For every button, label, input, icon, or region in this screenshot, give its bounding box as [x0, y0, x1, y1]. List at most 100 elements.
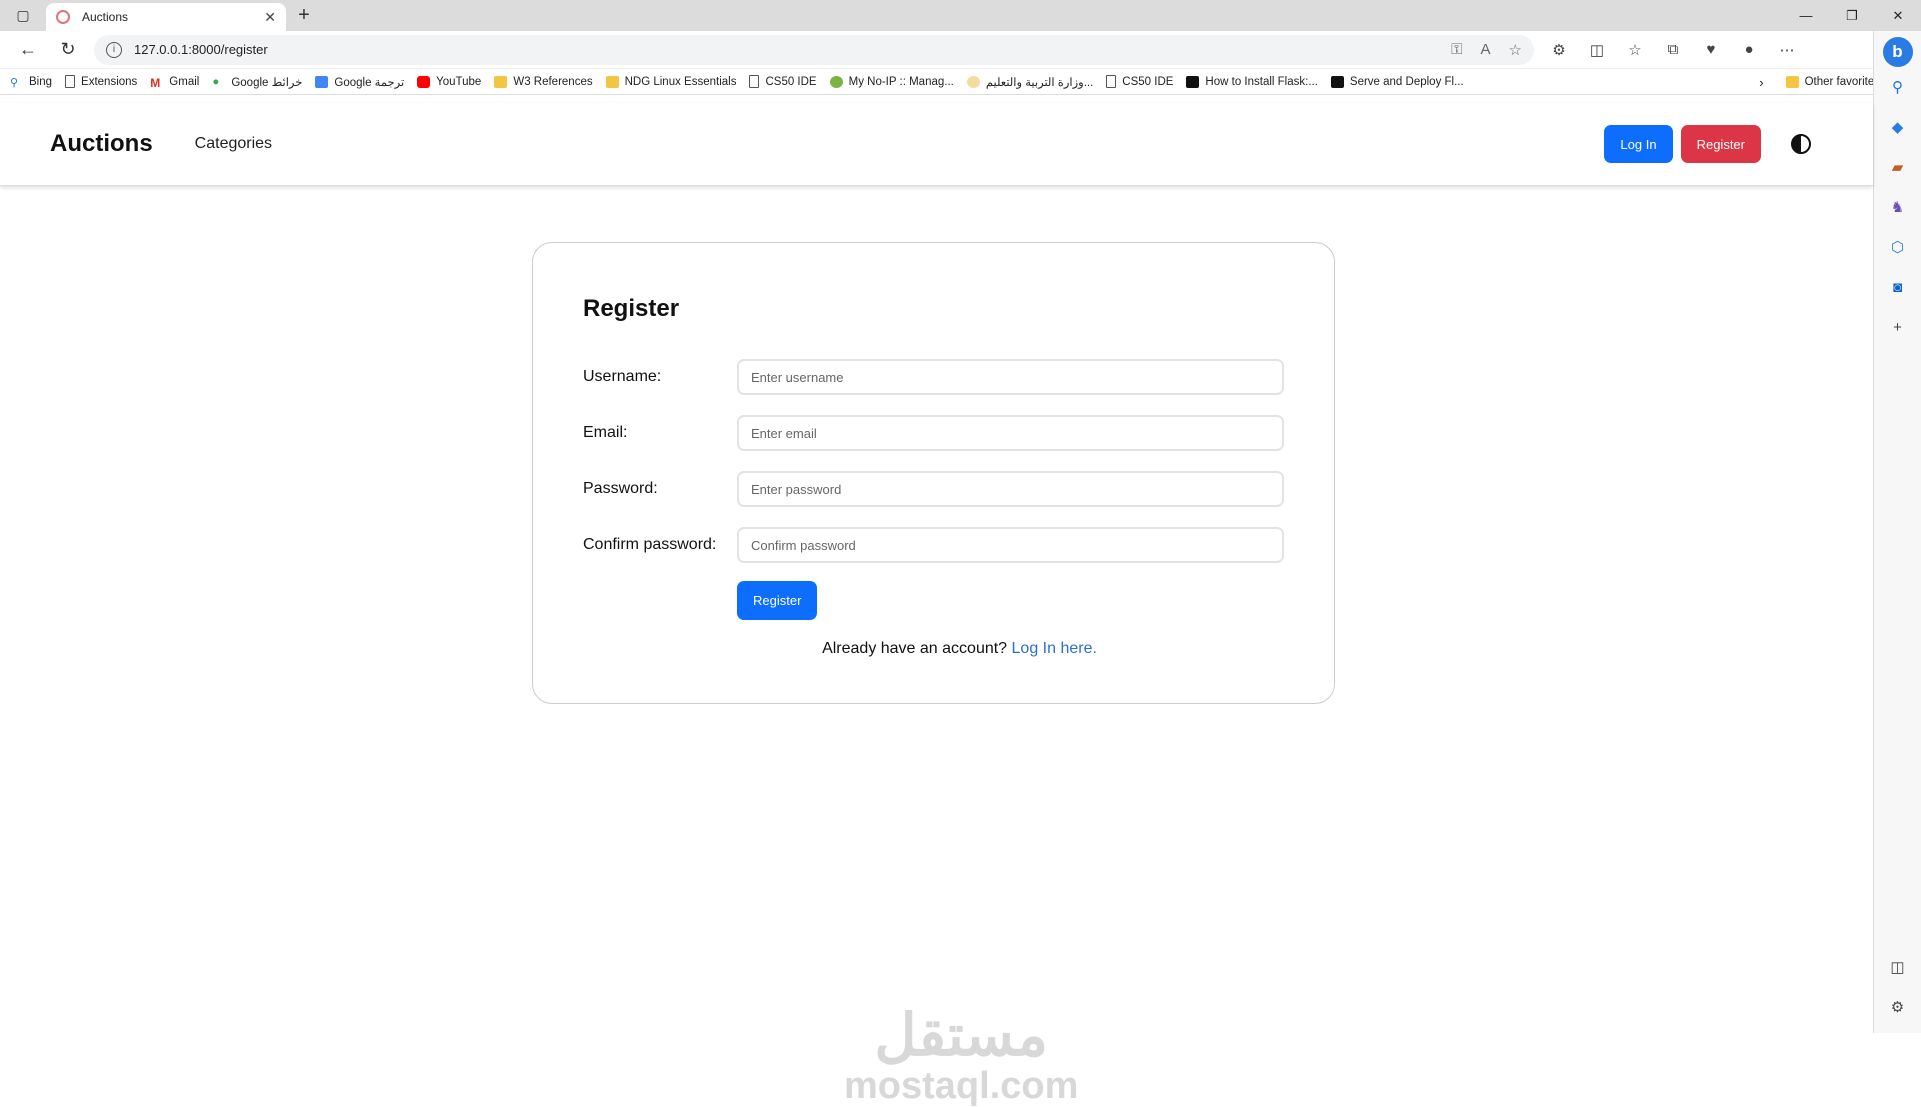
favorite-star-icon[interactable]: ☆ — [1509, 41, 1522, 59]
bookmark-youtube[interactable]: YouTube — [417, 75, 482, 88]
username-input[interactable] — [737, 359, 1284, 395]
register-button[interactable]: Register — [1680, 125, 1761, 163]
password-label: Password: — [583, 480, 658, 497]
office-icon[interactable]: ⬡ — [1883, 232, 1913, 262]
confirm-password-label: Confirm password: — [583, 536, 717, 553]
bookmark-google-maps[interactable]: ● Google خرائط — [212, 75, 302, 89]
bookmarks-bar: ⚲ Bing Extensions M Gmail ● Google خرائط Go… — [0, 69, 1921, 95]
close-tab-icon[interactable]: ✕ — [264, 9, 276, 26]
watermark-arabic: مستقل — [874, 1003, 1048, 1068]
site-info-icon[interactable]: i — [106, 41, 122, 58]
bookmark-gmail[interactable]: M Gmail — [150, 75, 200, 90]
login-prompt: Already have an account? Log In here. — [583, 640, 1284, 658]
bookmark-label: Bing — [29, 75, 53, 88]
bookmark-flask-deploy[interactable]: Serve and Deploy Fl... — [1330, 75, 1464, 88]
nav-categories-link[interactable]: Categories — [195, 135, 272, 153]
bookmark-bing[interactable]: ⚲ Bing — [10, 75, 53, 89]
bookmark-label: Serve and Deploy Fl... — [1349, 75, 1464, 88]
read-aloud-icon[interactable]: A — [1481, 41, 1491, 58]
restore-icon[interactable]: ❐ — [1829, 0, 1875, 31]
bookmark-ministry[interactable]: وزارة التربية والتعليم... — [966, 75, 1093, 89]
bookmark-label: Google ترجمة — [334, 76, 405, 89]
email-row: Email: — [583, 405, 1284, 461]
submit-register-button[interactable]: Register — [737, 581, 818, 620]
bookmark-cs50-1[interactable]: CS50 IDE — [749, 75, 817, 88]
submit-row: Register — [737, 581, 1284, 620]
search-icon[interactable]: ⚲ — [1883, 72, 1913, 102]
browser-tab-bar: ▢ Auctions ✕ + — ❐ ✕ — [0, 0, 1921, 31]
settings-gear-icon[interactable]: ⚙ — [1883, 992, 1913, 1022]
brand-logo[interactable]: Auctions — [50, 130, 153, 158]
bookmark-label: W3 References — [513, 75, 593, 88]
page-icon — [1106, 75, 1117, 88]
register-card: Register Username: Email: Password: Conf… — [532, 242, 1335, 704]
bookmark-label: CS50 IDE — [1122, 75, 1174, 88]
bookmark-label: Google خرائط — [231, 76, 303, 89]
hide-sidebar-icon[interactable]: ◫ — [1883, 952, 1913, 982]
bookmark-w3[interactable]: W3 References — [494, 75, 593, 88]
url-text[interactable]: 127.0.0.1:8000/register — [134, 42, 1433, 57]
bookmark-ndg[interactable]: NDG Linux Essentials — [605, 75, 737, 88]
collections-icon[interactable]: ⧉ — [1654, 34, 1692, 66]
shopping-tag-icon[interactable]: ◆ — [1883, 112, 1913, 142]
login-button[interactable]: Log In — [1604, 125, 1673, 163]
nav-right: Log In Register — [1604, 125, 1823, 163]
map-pin-icon: ● — [212, 75, 220, 88]
minimize-icon[interactable]: — — [1783, 0, 1829, 31]
form-title: Register — [583, 295, 680, 322]
password-row: Password: — [583, 461, 1284, 517]
url-box[interactable]: i 127.0.0.1:8000/register ⚿ A ☆ — [94, 34, 1534, 65]
email-input[interactable] — [737, 415, 1284, 451]
already-text: Already have an account? — [822, 640, 1008, 657]
back-icon[interactable]: ← — [8, 34, 48, 66]
performance-icon[interactable]: ♥ — [1692, 34, 1730, 66]
confirm-password-row: Confirm password: — [583, 517, 1284, 573]
tab-favicon-icon — [56, 10, 70, 24]
favorites-icon[interactable]: ☆ — [1616, 34, 1654, 66]
bookmark-label: YouTube — [436, 75, 482, 88]
bookmark-cs50-2[interactable]: CS50 IDE — [1106, 75, 1173, 88]
bookmark-extensions[interactable]: Extensions — [65, 75, 137, 88]
page-icon — [65, 75, 76, 88]
extensions-icon[interactable]: ⚙ — [1540, 34, 1578, 66]
bookmark-other-favorites[interactable]: Other favorites — [1785, 76, 1880, 88]
password-key-icon[interactable]: ⚿ — [1451, 41, 1462, 58]
password-input[interactable] — [737, 471, 1284, 507]
browser-tab[interactable]: Auctions ✕ — [46, 3, 286, 31]
bookmark-label: My No-IP :: Manag... — [848, 75, 954, 88]
bookmark-label: NDG Linux Essentials — [624, 75, 737, 88]
bookmark-label: Other favorites — [1804, 76, 1880, 88]
confirm-password-input[interactable] — [737, 527, 1284, 563]
site-navbar: Auctions Categories Log In Register — [0, 103, 1873, 186]
games-icon[interactable]: ♞ — [1883, 192, 1913, 222]
bookmark-noip[interactable]: My No-IP :: Manag... — [829, 75, 954, 88]
folder-icon — [1785, 76, 1799, 88]
dev-icon — [1186, 75, 1200, 88]
new-tab-icon[interactable]: + — [286, 0, 322, 31]
bookmark-label: How to Install Flask:... — [1205, 75, 1318, 88]
folder-icon — [494, 75, 508, 88]
chevron-right-icon[interactable]: › — [1759, 75, 1763, 90]
add-icon[interactable]: + — [1883, 312, 1913, 342]
bookmark-google-translate[interactable]: Google ترجمة — [315, 75, 404, 89]
bookmark-label: Gmail — [169, 75, 200, 88]
bookmark-label: CS50 IDE — [765, 75, 817, 88]
theme-toggle-icon[interactable] — [1791, 134, 1811, 154]
bookmark-flask-install[interactable]: How to Install Flask:... — [1186, 75, 1318, 88]
translate-icon — [315, 75, 329, 88]
tab-actions-icon[interactable]: ▢ — [0, 0, 46, 31]
split-screen-icon[interactable]: ◫ — [1578, 34, 1616, 66]
username-row: Username: — [583, 349, 1284, 405]
ministry-icon — [966, 75, 980, 88]
profile-avatar-icon[interactable]: ● — [1730, 34, 1768, 66]
youtube-icon — [417, 75, 431, 88]
tools-briefcase-icon[interactable]: ▰ — [1883, 152, 1913, 182]
refresh-icon[interactable]: ↻ — [48, 34, 88, 66]
outlook-icon[interactable]: ◙ — [1883, 272, 1913, 302]
close-window-icon[interactable]: ✕ — [1875, 0, 1921, 31]
watermark-latin: mostaql.com — [844, 1065, 1079, 1107]
more-menu-icon[interactable]: ⋯ — [1768, 34, 1806, 66]
bing-copilot-icon[interactable]: b — [1882, 37, 1913, 67]
login-here-link[interactable]: Log In here. — [1012, 640, 1097, 657]
username-label: Username: — [583, 368, 662, 385]
